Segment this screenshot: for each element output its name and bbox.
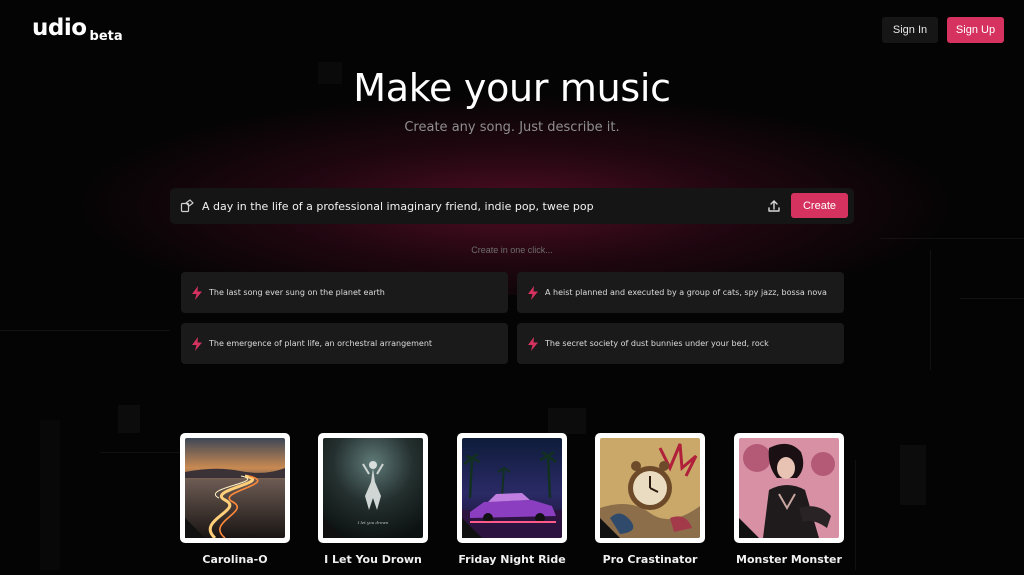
shuffle-icon[interactable]	[180, 199, 194, 213]
prompt-input[interactable]	[202, 196, 762, 216]
udio-corner-mark	[185, 518, 205, 538]
lightning-icon	[192, 286, 202, 300]
song-card[interactable]: Carolina-O	[180, 433, 290, 566]
song-title: Pro Crastinator	[602, 553, 698, 566]
song-title: I Let You Drown	[324, 553, 422, 566]
song-card[interactable]: Pro Crastinator	[595, 433, 705, 566]
lightning-icon	[528, 286, 538, 300]
suggestion-card[interactable]: A heist planned and executed by a group …	[517, 272, 844, 313]
suggestion-text: The last song ever sung on the planet ea…	[209, 287, 385, 297]
song-cover	[457, 433, 567, 543]
lightning-icon	[528, 337, 538, 351]
udio-logo[interactable]: udio beta	[32, 15, 123, 45]
song-title: Monster Monster	[736, 553, 842, 566]
song-cover	[734, 433, 844, 543]
suggestion-text: The emergence of plant life, an orchestr…	[209, 338, 433, 348]
suggestion-card[interactable]: The secret society of dust bunnies under…	[517, 323, 844, 364]
udio-corner-mark	[600, 518, 620, 538]
logo-beta-tag: beta	[89, 29, 123, 44]
udio-corner-mark	[462, 518, 482, 538]
song-cover	[595, 433, 705, 543]
page-subtitle: Create any song. Just describe it.	[404, 120, 620, 135]
suggestion-card[interactable]: The last song ever sung on the planet ea…	[181, 272, 508, 313]
suggestion-text: The secret society of dust bunnies under…	[545, 338, 769, 348]
song-title: Friday Night Ride	[458, 553, 566, 566]
song-card[interactable]: Monster Monster	[734, 433, 844, 566]
create-button[interactable]: Create	[791, 193, 848, 218]
song-card[interactable]: I let you drown I Let You Drown	[318, 433, 428, 566]
prompt-bar: Create	[170, 188, 854, 224]
lightning-icon	[192, 337, 202, 351]
song-cover	[180, 433, 290, 543]
suggestion-text: A heist planned and executed by a group …	[545, 287, 827, 297]
udio-corner-mark	[323, 518, 343, 538]
one-click-label: Create in one click...	[471, 245, 553, 255]
song-cover: I let you drown	[318, 433, 428, 543]
cover-caption: I let you drown	[357, 520, 389, 525]
logo-wordmark: udio	[32, 15, 87, 41]
sign-in-button[interactable]: Sign In	[882, 17, 938, 43]
page-title: Make your music	[353, 66, 671, 110]
suggestion-card[interactable]: The emergence of plant life, an orchestr…	[181, 323, 508, 364]
page: udio beta Sign In Sign Up Make your musi…	[0, 0, 1024, 575]
udio-corner-mark	[739, 518, 759, 538]
sign-up-button[interactable]: Sign Up	[947, 17, 1004, 43]
upload-icon[interactable]	[766, 198, 782, 214]
song-title: Carolina-O	[202, 553, 268, 566]
song-card[interactable]: Friday Night Ride	[457, 433, 567, 566]
